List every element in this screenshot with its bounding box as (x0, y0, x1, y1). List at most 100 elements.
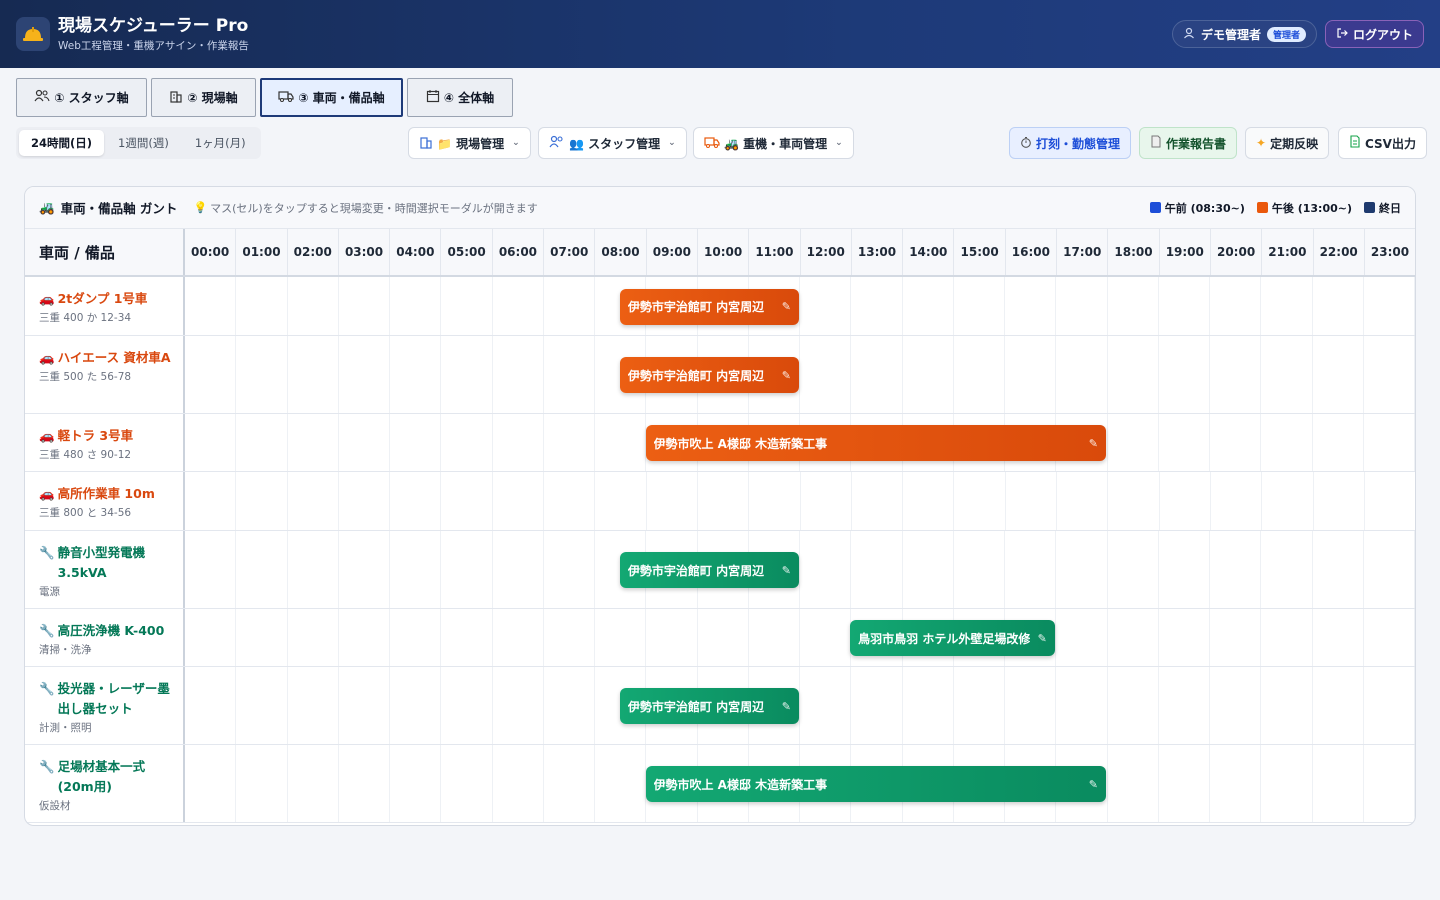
time-slot-cell[interactable] (1313, 609, 1364, 666)
time-slot-cell[interactable] (288, 414, 339, 471)
time-slot-cell[interactable] (1314, 472, 1365, 530)
time-slot-cell[interactable] (1159, 414, 1210, 471)
assignment-bar[interactable]: 伊勢市吹上 A様邸 木造新築工事 ✎ (645, 766, 1106, 802)
time-slot-cell[interactable] (1364, 531, 1415, 608)
time-slot-cell[interactable] (1160, 472, 1211, 530)
time-slot-cell[interactable] (390, 745, 442, 822)
time-slot-cell[interactable] (236, 667, 288, 744)
time-slot-cell[interactable] (1005, 277, 1057, 335)
time-slot-cell[interactable] (441, 277, 493, 335)
time-slot-cell[interactable] (903, 531, 954, 608)
time-slot-cell[interactable] (800, 277, 852, 335)
time-slot-cell[interactable] (236, 414, 288, 471)
time-slot-cell[interactable] (1159, 277, 1210, 335)
time-slot-cell[interactable] (1364, 414, 1415, 471)
time-slot-cell[interactable] (236, 745, 288, 822)
time-slot-cell[interactable] (544, 745, 595, 822)
time-slot-cell[interactable] (339, 277, 390, 335)
resource-cell[interactable]: 🚗 ハイエース 資材車A 三重 500 た 56-78 (25, 336, 185, 413)
tab-vehicle-axis[interactable]: ③ 車両・備品軸 (260, 78, 403, 117)
time-slot-cell[interactable] (339, 745, 390, 822)
time-slot-cell[interactable] (185, 745, 237, 822)
time-slot-cell[interactable] (1261, 277, 1313, 335)
resource-cell[interactable]: 🚗 高所作業車 10m 三重 800 と 34-56 (25, 472, 185, 530)
time-slot-cell[interactable] (1056, 336, 1108, 413)
pencil-icon[interactable]: ✎ (1038, 632, 1047, 645)
time-slot-cell[interactable] (390, 336, 442, 413)
resource-cell[interactable]: 🔧 高圧洗浄機 K-400 清掃・洗浄 (25, 609, 185, 666)
assignment-bar[interactable]: 伊勢市宇治館町 内宮周辺 ✎ (619, 357, 799, 393)
time-slot-cell[interactable] (1159, 745, 1210, 822)
time-slot-cell[interactable] (236, 472, 288, 530)
time-slot-cell[interactable] (1364, 667, 1415, 744)
time-slot-cell[interactable] (595, 472, 647, 530)
user-menu[interactable]: デモ管理者 管理者 (1171, 20, 1317, 48)
range-day-button[interactable]: 24時間(日) (19, 130, 105, 156)
range-week-button[interactable]: 1週間(週) (106, 130, 181, 156)
time-slot-cell[interactable] (1210, 414, 1262, 471)
tab-site-axis[interactable]: ② 現場軸 (151, 78, 256, 117)
time-slot-cell[interactable] (595, 414, 647, 471)
time-slot-cell[interactable] (1159, 667, 1210, 744)
time-slot-cell[interactable] (288, 667, 339, 744)
time-slot-cell[interactable] (595, 745, 647, 822)
time-slot-cell[interactable] (1261, 609, 1313, 666)
time-slot-cell[interactable] (1210, 609, 1262, 666)
time-slot-cell[interactable] (390, 277, 442, 335)
time-slot-cell[interactable] (236, 609, 288, 666)
resource-cell[interactable]: 🔧 静音小型発電機 3.5kVA 電源 (25, 531, 185, 608)
time-slot-cell[interactable] (339, 609, 390, 666)
time-slot-cell[interactable] (493, 531, 544, 608)
time-slot-cell[interactable] (801, 472, 852, 530)
time-slot-cell[interactable] (1262, 472, 1314, 530)
time-slot-cell[interactable] (288, 277, 339, 335)
time-slot-cell[interactable] (544, 472, 596, 530)
time-slot-cell[interactable] (1108, 531, 1159, 608)
time-slot-cell[interactable] (1313, 531, 1364, 608)
time-slot-cell[interactable] (1210, 531, 1262, 608)
range-month-button[interactable]: 1ヶ月(月) (183, 130, 258, 156)
time-slot-cell[interactable] (1108, 336, 1159, 413)
pencil-icon[interactable]: ✎ (782, 369, 791, 382)
time-slot-cell[interactable] (390, 472, 442, 530)
time-slot-cell[interactable] (1364, 336, 1415, 413)
time-slot-cell[interactable] (185, 609, 237, 666)
time-slot-cell[interactable] (441, 472, 493, 530)
tab-overall-axis[interactable]: ④ 全体軸 (407, 78, 513, 117)
time-slot-cell[interactable] (493, 414, 544, 471)
resource-cell[interactable]: 🔧 足場材基本一式(20m用) 仮設材 (25, 745, 185, 822)
time-slot-cell[interactable] (1006, 472, 1058, 530)
staff-management-menu[interactable]: 👥 スタッフ管理 ⌄ (538, 127, 687, 159)
time-slot-cell[interactable] (954, 667, 1005, 744)
time-slot-cell[interactable] (1313, 277, 1364, 335)
time-slot-cell[interactable] (954, 531, 1005, 608)
time-slot-cell[interactable] (339, 336, 390, 413)
time-slot-cell[interactable] (1159, 531, 1210, 608)
pencil-icon[interactable]: ✎ (782, 300, 791, 313)
assignment-bar[interactable]: 伊勢市宇治館町 内宮周辺 ✎ (619, 552, 799, 588)
time-slot-cell[interactable] (800, 609, 852, 666)
time-slot-cell[interactable] (185, 277, 237, 335)
time-slot-cell[interactable] (646, 609, 698, 666)
time-slot-cell[interactable] (1261, 414, 1313, 471)
time-slot-cell[interactable] (903, 667, 954, 744)
time-slot-cell[interactable] (185, 414, 237, 471)
time-slot-cell[interactable] (1005, 336, 1057, 413)
tab-staff-axis[interactable]: ① スタッフ軸 (16, 78, 147, 117)
time-slot-cell[interactable] (441, 414, 493, 471)
punch-attendance-button[interactable]: 打刻・勤態管理 (1009, 127, 1132, 159)
time-slot-cell[interactable] (441, 667, 493, 744)
work-report-button[interactable]: 作業報告書 (1139, 127, 1238, 159)
time-slot-cell[interactable] (1364, 277, 1415, 335)
time-slot-cell[interactable] (1056, 531, 1108, 608)
time-slot-cell[interactable] (544, 609, 595, 666)
time-slot-cell[interactable] (851, 531, 903, 608)
time-slot-cell[interactable] (1210, 336, 1262, 413)
logout-button[interactable]: ログアウト (1324, 20, 1424, 48)
time-slot-cell[interactable] (1210, 667, 1262, 744)
time-slot-cell[interactable] (1005, 531, 1057, 608)
time-slot-cell[interactable] (1159, 336, 1210, 413)
time-slot-cell[interactable] (1313, 414, 1364, 471)
assignment-bar[interactable]: 鳥羽市鳥羽 ホテル外壁足場改修 ✎ (850, 620, 1055, 656)
time-slot-cell[interactable] (903, 472, 955, 530)
